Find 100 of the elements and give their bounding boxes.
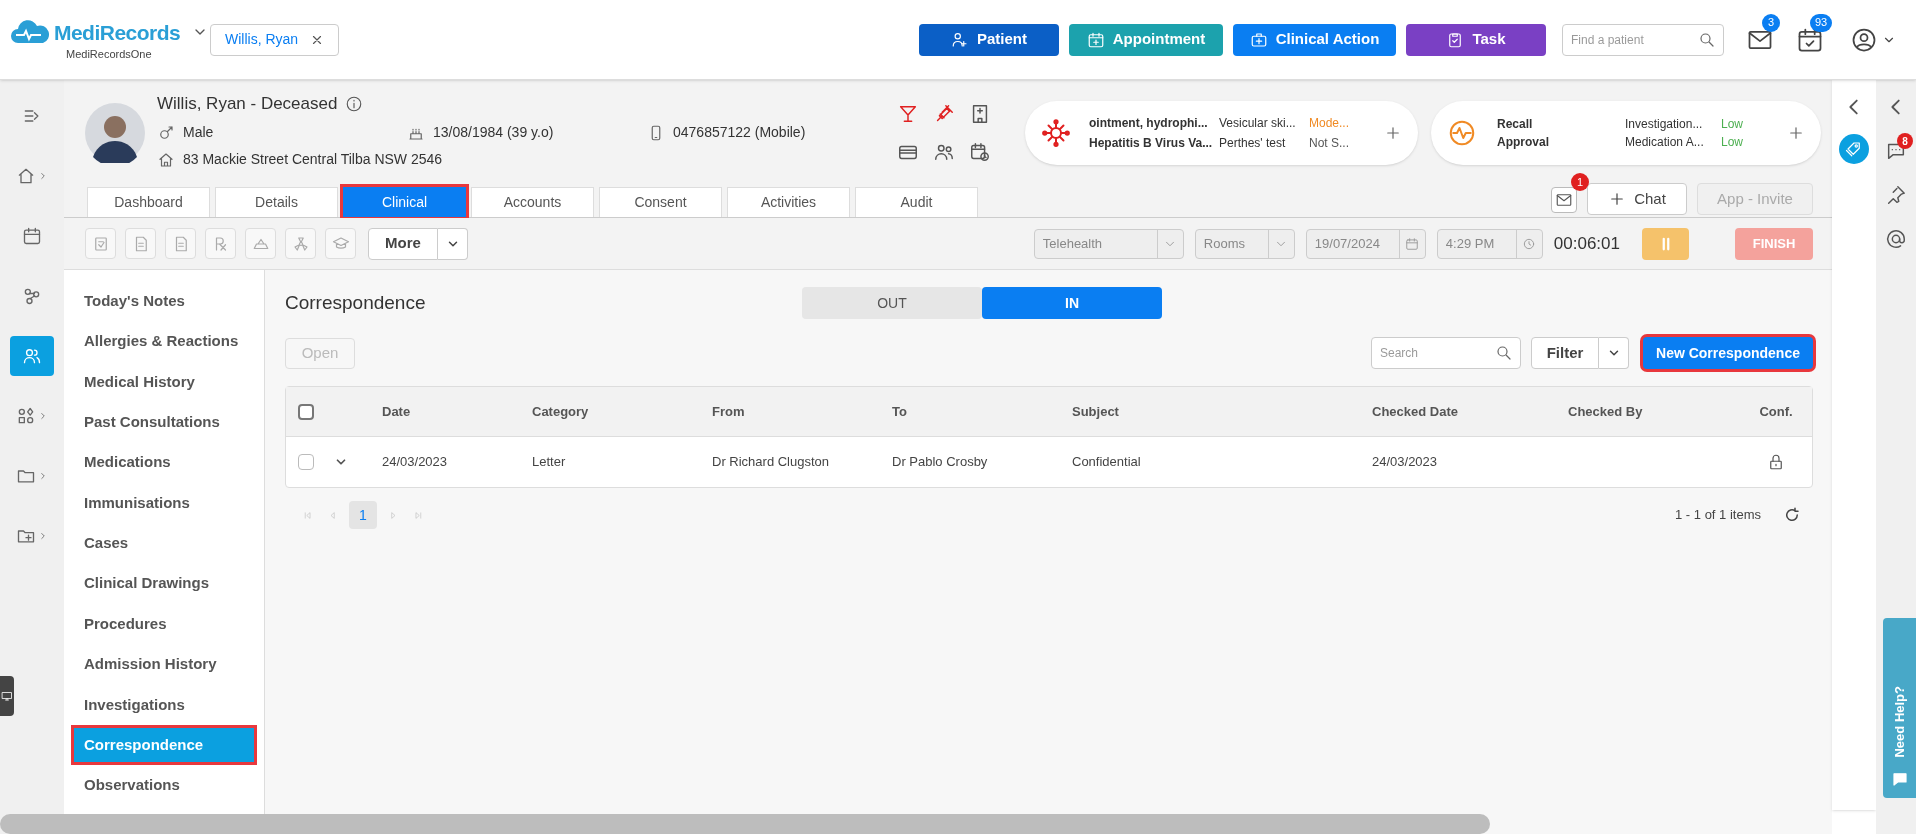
chevron-right-icon bbox=[38, 411, 48, 421]
device-tab[interactable] bbox=[0, 676, 14, 716]
clinical-nav-item[interactable]: Clinical Drawings bbox=[74, 566, 254, 601]
pin-icon[interactable] bbox=[1885, 184, 1907, 206]
table-cell: 24/03/2023 bbox=[382, 454, 448, 470]
search-icon[interactable] bbox=[1495, 344, 1513, 362]
clinical-nav-item[interactable]: Procedures bbox=[74, 607, 254, 642]
column-header[interactable]: Checked By bbox=[1568, 403, 1643, 419]
lock-icon[interactable] bbox=[1767, 453, 1785, 471]
monitor-icon bbox=[1, 690, 13, 702]
horizontal-scrollbar[interactable] bbox=[0, 814, 1490, 834]
select-all-checkbox[interactable] bbox=[298, 403, 314, 420]
recall-priority: Low bbox=[1721, 133, 1744, 151]
recall-item: Medication A... bbox=[1625, 133, 1705, 151]
tab[interactable]: Activities bbox=[727, 187, 850, 217]
patient-icon bbox=[951, 30, 969, 49]
patient-tab[interactable]: Willis, Ryan bbox=[210, 23, 340, 56]
tab[interactable]: Dashboard bbox=[87, 187, 210, 217]
consult-timer: 00:06:01 bbox=[1553, 232, 1620, 255]
clinical-nav-item[interactable]: Cases bbox=[74, 526, 254, 561]
calendar-clock-icon[interactable] bbox=[969, 140, 991, 163]
alert-item: ointment, hydrophi... bbox=[1089, 114, 1209, 132]
patient-search-field[interactable]: Find a patient bbox=[1562, 23, 1724, 56]
clinical-nav-item[interactable]: Investigations bbox=[74, 687, 254, 722]
tab[interactable]: Consent bbox=[599, 187, 722, 217]
chevron-right-icon bbox=[38, 471, 48, 481]
clinical-nav-item[interactable]: Observations bbox=[74, 768, 254, 803]
alert-reaction: Perthes' test bbox=[1219, 134, 1287, 152]
column-header[interactable]: From bbox=[712, 403, 745, 419]
patient-button[interactable]: Patient bbox=[919, 23, 1059, 56]
alert-item: Hepatitis B Virus Va... bbox=[1089, 134, 1214, 152]
clinical-nav-item[interactable]: Admission History bbox=[74, 647, 254, 682]
patient-avatar bbox=[85, 102, 145, 163]
chevron-right-icon bbox=[38, 171, 48, 181]
tab[interactable]: Clinical bbox=[343, 187, 466, 217]
patients-icon bbox=[22, 346, 42, 366]
search-field[interactable]: Search bbox=[1371, 337, 1521, 369]
home-icon bbox=[16, 166, 36, 186]
column-header[interactable]: Date bbox=[382, 403, 411, 419]
mention-icon[interactable] bbox=[1885, 228, 1907, 250]
patient-dob: 13/08/1984 (39 y.o) bbox=[433, 123, 554, 143]
recall-card[interactable]: Recall Approval Investigation... Low Medication A... Low bbox=[1431, 100, 1821, 165]
tab[interactable]: Accounts bbox=[471, 187, 594, 217]
alert-reaction: Vesicular ski... bbox=[1219, 114, 1297, 132]
table-cell: Dr Richard Clugston bbox=[712, 454, 830, 470]
clinical-nav-item[interactable]: Medical History bbox=[74, 364, 254, 399]
chevron-right-icon bbox=[38, 531, 48, 541]
brand-subtitle: MediRecordsOne bbox=[66, 47, 152, 62]
notification-badge: 93 bbox=[1810, 13, 1832, 32]
direction-toggle[interactable]: IN bbox=[982, 287, 1162, 319]
new-correspondence-button[interactable]: New Correspondence bbox=[1643, 337, 1813, 369]
virus-icon bbox=[1041, 117, 1071, 148]
brand-name: MediRecords bbox=[54, 19, 181, 46]
clinical-nav-item[interactable]: Immunisations bbox=[74, 485, 254, 520]
gender-icon bbox=[157, 123, 175, 142]
tab[interactable]: Audit bbox=[855, 187, 978, 217]
recall-priority: Low bbox=[1721, 115, 1744, 133]
alert-severity: Not S... bbox=[1309, 134, 1350, 152]
column-header[interactable]: Category bbox=[532, 403, 589, 419]
task-button[interactable]: Task bbox=[1406, 23, 1546, 56]
direction-toggle[interactable]: OUT bbox=[802, 287, 982, 319]
search-icon[interactable] bbox=[1698, 30, 1716, 49]
speech-bubble-icon bbox=[1890, 770, 1909, 788]
column-header[interactable]: Conf. bbox=[1759, 403, 1793, 419]
calendar-icon bbox=[22, 226, 42, 246]
appointment-icon bbox=[1086, 30, 1105, 49]
chat-button[interactable]: Chat bbox=[1587, 183, 1687, 215]
clinical-button[interactable]: Clinical Action bbox=[1233, 23, 1396, 56]
recall-title: Recall bbox=[1497, 115, 1534, 133]
table-cell: 24/03/2023 bbox=[1372, 454, 1438, 470]
clinical-nav-item[interactable]: Past Consultations bbox=[74, 405, 254, 440]
tag-icon bbox=[1845, 140, 1863, 158]
notification-badge: 3 bbox=[1762, 13, 1780, 32]
row-checkbox[interactable] bbox=[298, 454, 314, 470]
tab[interactable]: Details bbox=[215, 187, 338, 217]
clinical-nav-item[interactable]: Medications bbox=[74, 445, 254, 480]
alerts-card[interactable]: ointment, hydrophi... Vesicular ski... Mode... Hepatitis B Virus Va... Perthes' test Not S... bbox=[1025, 100, 1418, 165]
calendar-icon bbox=[1405, 236, 1420, 251]
clinical-nav-item[interactable]: Today's Notes bbox=[74, 284, 254, 318]
notification-badge: 8 bbox=[1897, 133, 1913, 149]
recall-subtitle: Approval bbox=[1497, 133, 1550, 151]
column-header[interactable]: Checked Date bbox=[1372, 403, 1458, 419]
clinical-nav-item[interactable]: Allergies & Reactions bbox=[74, 324, 254, 359]
alert-severity: Mode... bbox=[1309, 114, 1351, 132]
patient-phone: 0476857122 (Mobile) bbox=[673, 123, 806, 143]
tag-button[interactable] bbox=[1839, 134, 1869, 164]
table-cell: Confidential bbox=[1072, 454, 1141, 470]
patient-name: Willis, Ryan - Deceased bbox=[157, 92, 338, 115]
rail-patients-button[interactable] bbox=[10, 336, 54, 376]
refresh-icon[interactable] bbox=[1783, 506, 1801, 524]
info-icon[interactable] bbox=[345, 94, 364, 113]
column-header[interactable]: Subject bbox=[1072, 403, 1119, 419]
help-label: Need Help? bbox=[1890, 686, 1908, 758]
recall-item: Investigation... bbox=[1625, 115, 1704, 133]
table-cell: Dr Pablo Crosby bbox=[892, 454, 988, 470]
patient-gender: Male bbox=[183, 123, 214, 143]
mail-icon[interactable] bbox=[1551, 187, 1577, 213]
filter-button[interactable]: Filter bbox=[1531, 337, 1599, 369]
column-header[interactable]: To bbox=[892, 403, 907, 419]
more-button[interactable]: More bbox=[368, 227, 438, 260]
